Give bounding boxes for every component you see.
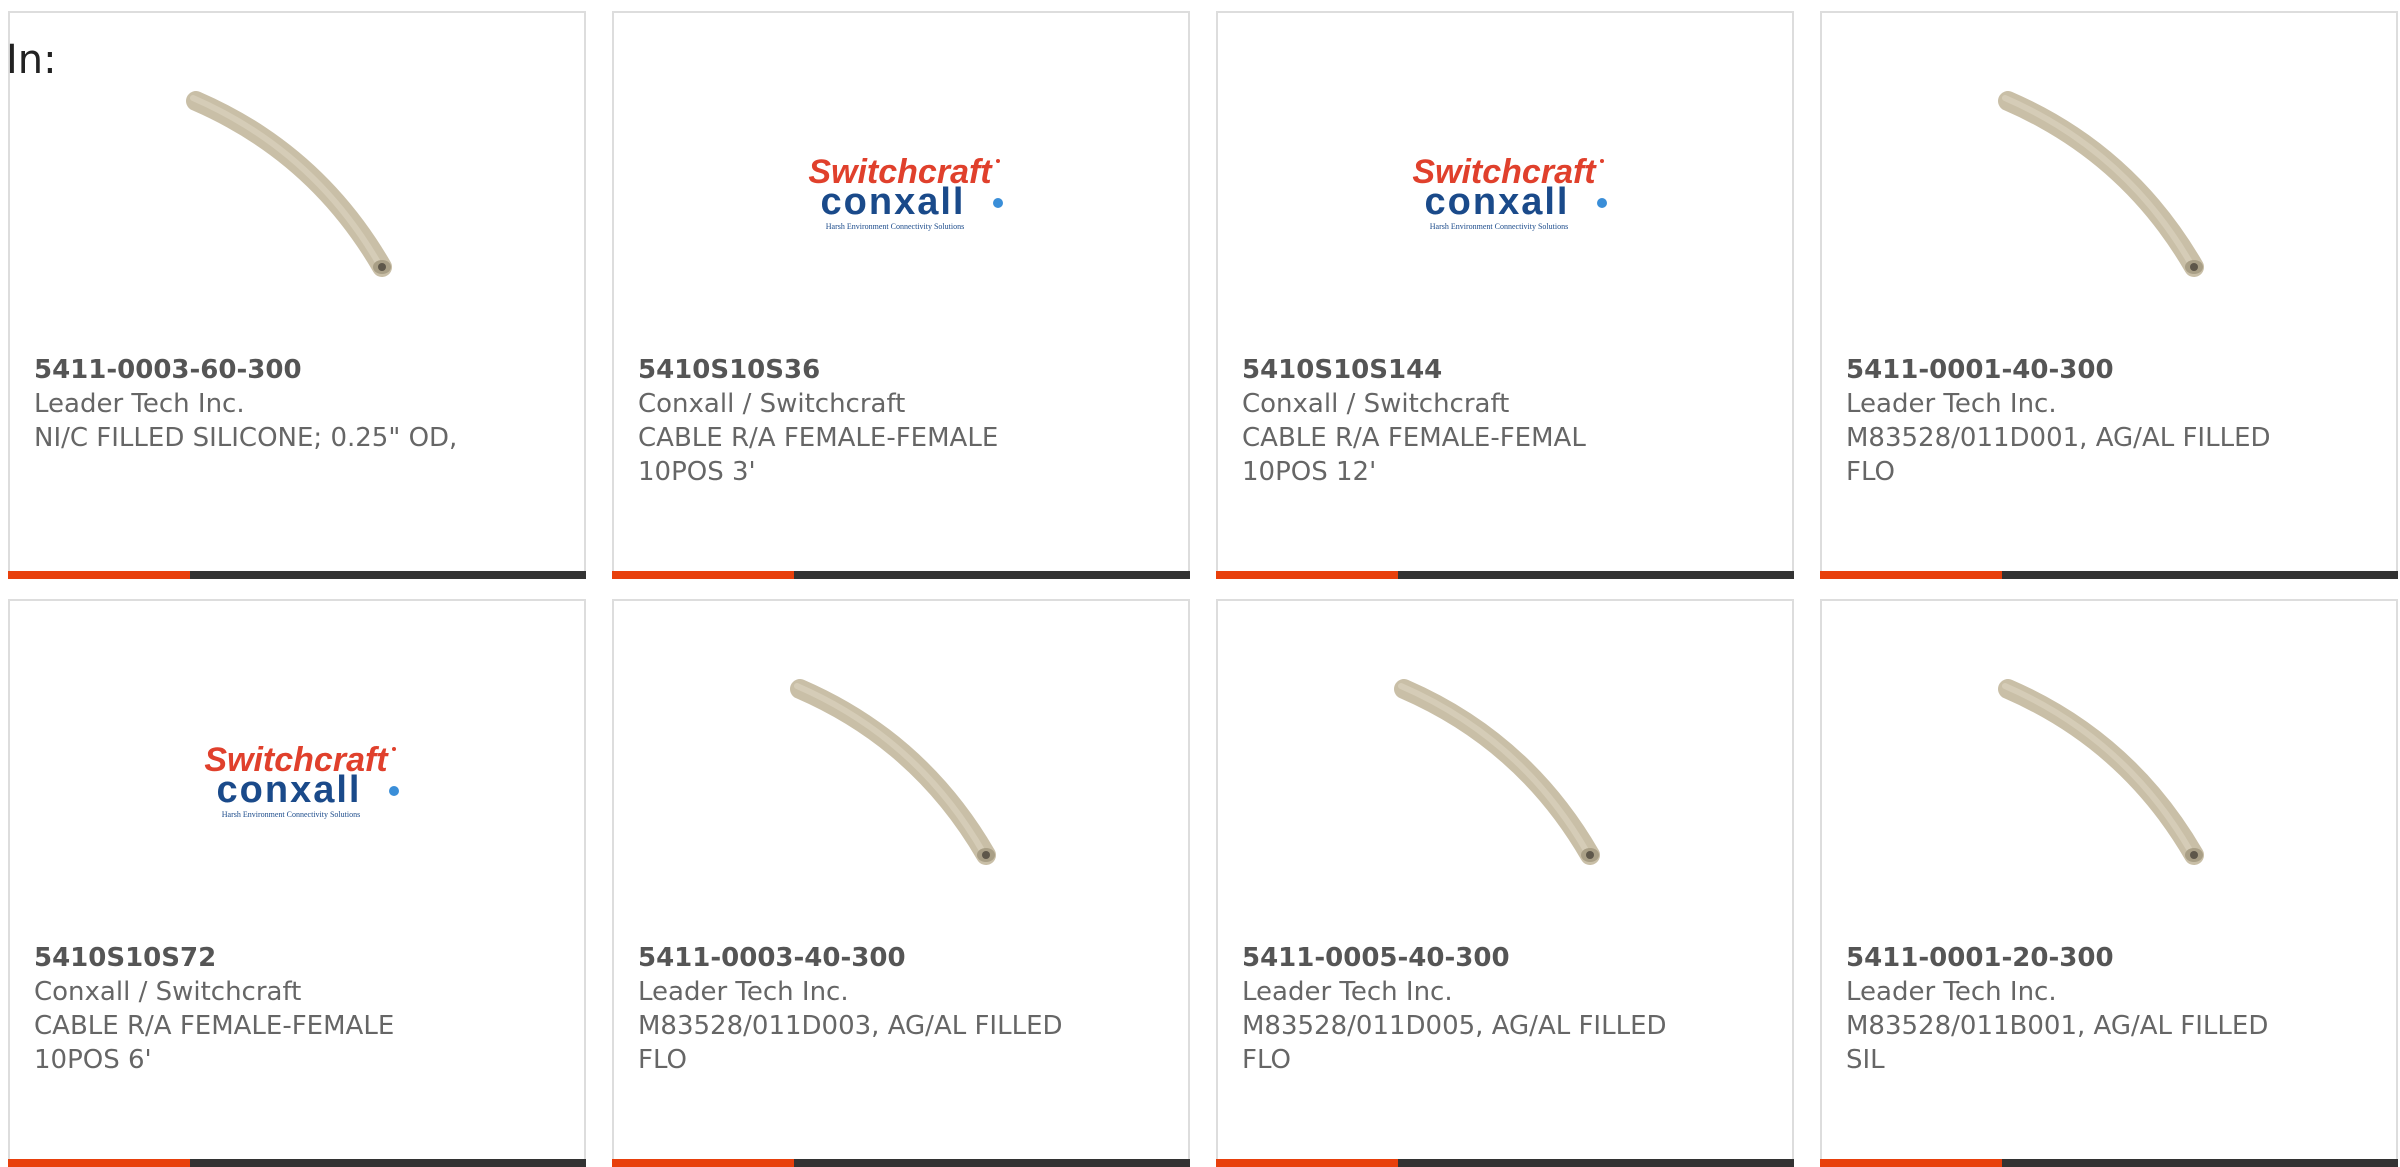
description: CABLE R/A FEMALE-FEMALE 10POS 6' bbox=[34, 1011, 395, 1075]
part-number[interactable]: 5411-0003-40-300 bbox=[638, 943, 906, 973]
switchcraft-conxall-logo: SwitchcraftconxallHarsh Environment Conn… bbox=[204, 741, 399, 819]
description: M83528/011D003, AG/AL FILLED FLO bbox=[638, 1011, 1063, 1075]
product-info: 5411-0005-40-300 Leader Tech Inc. M83528… bbox=[1242, 941, 1672, 1077]
product-card[interactable]: 5411-0003-60-300 Leader Tech Inc. NI/C F… bbox=[8, 11, 586, 579]
product-info: 5410S10S36 Conxall / Switchcraft CABLE R… bbox=[638, 353, 1068, 489]
card-bar bbox=[1820, 1159, 2398, 1167]
tube-image bbox=[1998, 91, 2204, 277]
card-bar-accent bbox=[1820, 1159, 2002, 1167]
switchcraft-conxall-logo: SwitchcraftconxallHarsh Environment Conn… bbox=[1412, 153, 1607, 231]
product-image: Switchcraft conxall Harsh Environment Conn… bbox=[1218, 63, 1792, 293]
product-image bbox=[1218, 651, 1792, 881]
card-bar bbox=[612, 1159, 1190, 1167]
logo-tagline: Harsh Environment Connectivity Solutions bbox=[826, 222, 964, 231]
card-bar-accent bbox=[1216, 1159, 1398, 1167]
product-card[interactable]: Switchcraft conxall Harsh Environment Conn… bbox=[8, 599, 586, 1167]
part-number[interactable]: 5410S10S144 bbox=[1242, 355, 1442, 385]
product-image: Switchcraft conxall Harsh Environment Conn… bbox=[614, 63, 1188, 293]
product-card[interactable]: 5411-0005-40-300 Leader Tech Inc. M83528… bbox=[1216, 599, 1794, 1167]
product-info: 5410S10S72 Conxall / Switchcraft CABLE R… bbox=[34, 941, 464, 1077]
tube-image bbox=[1998, 679, 2204, 865]
product-grid: 5411-0003-60-300 Leader Tech Inc. NI/C F… bbox=[8, 11, 2400, 1167]
description: CABLE R/A FEMALE-FEMAL 10POS 12' bbox=[1242, 423, 1586, 487]
part-number[interactable]: 5410S10S36 bbox=[638, 355, 820, 385]
part-number[interactable]: 5411-0003-60-300 bbox=[34, 355, 302, 385]
card-bar bbox=[612, 571, 1190, 579]
description: CABLE R/A FEMALE-FEMALE 10POS 3' bbox=[638, 423, 999, 487]
card-bar-accent bbox=[8, 1159, 190, 1167]
description: M83528/011D005, AG/AL FILLED FLO bbox=[1242, 1011, 1667, 1075]
card-bar bbox=[8, 571, 586, 579]
product-info: 5411-0003-60-300 Leader Tech Inc. NI/C F… bbox=[34, 353, 464, 455]
product-info: 5411-0001-20-300 Leader Tech Inc. M83528… bbox=[1846, 941, 2276, 1077]
product-card[interactable]: Switchcraft conxall Harsh Environment Conn… bbox=[1216, 11, 1794, 579]
tube-image bbox=[790, 679, 996, 865]
product-image: Switchcraft conxall Harsh Environment Conn… bbox=[10, 651, 584, 881]
card-bar-accent bbox=[8, 571, 190, 579]
product-image bbox=[1822, 651, 2396, 881]
tube-image bbox=[1394, 679, 1600, 865]
card-bar-accent bbox=[1216, 571, 1398, 579]
product-card[interactable]: 5411-0003-40-300 Leader Tech Inc. M83528… bbox=[612, 599, 1190, 1167]
manufacturer: Conxall / Switchcraft bbox=[34, 977, 302, 1007]
logo-line2: conxall bbox=[1425, 181, 1570, 223]
manufacturer: Leader Tech Inc. bbox=[1846, 977, 2057, 1007]
product-image bbox=[1822, 63, 2396, 293]
product-card[interactable]: Switchcraft conxall Harsh Environment Conn… bbox=[612, 11, 1190, 579]
in-label: In: bbox=[6, 37, 57, 83]
card-bar-accent bbox=[612, 571, 794, 579]
product-image bbox=[10, 63, 584, 293]
part-number[interactable]: 5411-0001-20-300 bbox=[1846, 943, 2114, 973]
manufacturer: Leader Tech Inc. bbox=[34, 389, 245, 419]
manufacturer: Leader Tech Inc. bbox=[1242, 977, 1453, 1007]
manufacturer: Conxall / Switchcraft bbox=[1242, 389, 1510, 419]
description: M83528/011B001, AG/AL FILLED SIL bbox=[1846, 1011, 2269, 1075]
part-number[interactable]: 5411-0001-40-300 bbox=[1846, 355, 2114, 385]
manufacturer: Conxall / Switchcraft bbox=[638, 389, 906, 419]
product-info: 5411-0003-40-300 Leader Tech Inc. M83528… bbox=[638, 941, 1068, 1077]
logo-line2: conxall bbox=[821, 181, 966, 223]
part-number[interactable]: 5410S10S72 bbox=[34, 943, 216, 973]
card-bar bbox=[1216, 571, 1794, 579]
product-info: 5410S10S144 Conxall / Switchcraft CABLE … bbox=[1242, 353, 1672, 489]
product-card[interactable]: 5411-0001-20-300 Leader Tech Inc. M83528… bbox=[1820, 599, 2398, 1167]
product-info: 5411-0001-40-300 Leader Tech Inc. M83528… bbox=[1846, 353, 2276, 489]
card-bar bbox=[8, 1159, 586, 1167]
manufacturer: Leader Tech Inc. bbox=[1846, 389, 2057, 419]
card-bar bbox=[1216, 1159, 1794, 1167]
logo-tagline: Harsh Environment Connectivity Solutions bbox=[222, 810, 360, 819]
card-bar-accent bbox=[1820, 571, 2002, 579]
description: M83528/011D001, AG/AL FILLED FLO bbox=[1846, 423, 2271, 487]
tube-image bbox=[186, 91, 392, 277]
logo-line2: conxall bbox=[217, 769, 362, 811]
card-bar bbox=[1820, 571, 2398, 579]
part-number[interactable]: 5411-0005-40-300 bbox=[1242, 943, 1510, 973]
switchcraft-conxall-logo: SwitchcraftconxallHarsh Environment Conn… bbox=[808, 153, 1003, 231]
product-image bbox=[614, 651, 1188, 881]
card-bar-accent bbox=[612, 1159, 794, 1167]
description: NI/C FILLED SILICONE; 0.25" OD, bbox=[34, 423, 458, 453]
logo-tagline: Harsh Environment Connectivity Solutions bbox=[1430, 222, 1568, 231]
manufacturer: Leader Tech Inc. bbox=[638, 977, 849, 1007]
product-card[interactable]: 5411-0001-40-300 Leader Tech Inc. M83528… bbox=[1820, 11, 2398, 579]
